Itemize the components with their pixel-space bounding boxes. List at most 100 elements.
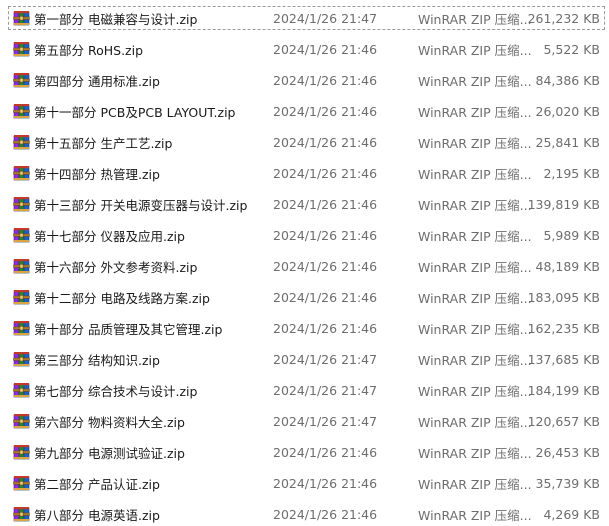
file-row[interactable]: 第十七部分 仪器及应用.zip 2024/1/26 21:46 WinRAR Z… xyxy=(8,223,605,247)
winrar-archive-icon xyxy=(13,258,33,274)
winrar-archive-icon xyxy=(13,351,33,367)
file-date-modified: 2024/1/26 21:46 xyxy=(273,103,378,119)
file-name: 第五部分 RoHS.zip xyxy=(34,42,144,58)
file-size: 184,199 KB xyxy=(527,382,600,398)
file-type: WinRAR ZIP 压缩... xyxy=(418,228,532,244)
file-row[interactable]: 第十一部分 PCB及PCB LAYOUT.zip 2024/1/26 21:46… xyxy=(8,99,605,123)
file-size: 4,269 KB xyxy=(543,506,600,522)
winrar-archive-icon xyxy=(13,227,33,243)
winrar-archive-icon xyxy=(13,72,33,88)
file-type: WinRAR ZIP 压缩... xyxy=(418,11,532,27)
file-type: WinRAR ZIP 压缩... xyxy=(418,259,532,275)
file-row[interactable]: 第十部分 品质管理及其它管理.zip 2024/1/26 21:46 WinRA… xyxy=(8,316,605,340)
file-name: 第九部分 电源测试验证.zip xyxy=(34,445,185,461)
file-type: WinRAR ZIP 压缩... xyxy=(418,73,532,89)
winrar-archive-icon xyxy=(13,196,33,212)
file-type: WinRAR ZIP 压缩... xyxy=(418,352,532,368)
winrar-archive-icon xyxy=(13,10,33,26)
file-name: 第十七部分 仪器及应用.zip xyxy=(34,228,185,244)
winrar-archive-icon xyxy=(13,103,33,119)
file-size: 2,195 KB xyxy=(543,165,600,181)
file-name: 第三部分 结构知识.zip xyxy=(34,352,160,368)
winrar-archive-icon xyxy=(13,475,33,491)
file-row[interactable]: 第十五部分 生产工艺.zip 2024/1/26 21:46 WinRAR ZI… xyxy=(8,130,605,154)
file-type: WinRAR ZIP 压缩... xyxy=(418,383,532,399)
file-name: 第十五部分 生产工艺.zip xyxy=(34,135,173,151)
file-name: 第四部分 通用标准.zip xyxy=(34,73,160,89)
file-size: 261,232 KB xyxy=(527,10,600,26)
file-date-modified: 2024/1/26 21:46 xyxy=(273,258,378,274)
file-type: WinRAR ZIP 压缩... xyxy=(418,445,532,461)
file-type: WinRAR ZIP 压缩... xyxy=(418,321,532,337)
file-row[interactable]: 第三部分 结构知识.zip 2024/1/26 21:47 WinRAR ZIP… xyxy=(8,347,605,371)
file-row[interactable]: 第十六部分 外文参考资料.zip 2024/1/26 21:46 WinRAR … xyxy=(8,254,605,278)
file-row[interactable]: 第二部分 产品认证.zip 2024/1/26 21:46 WinRAR ZIP… xyxy=(8,471,605,495)
file-date-modified: 2024/1/26 21:47 xyxy=(273,413,378,429)
file-type: WinRAR ZIP 压缩... xyxy=(418,135,532,151)
winrar-archive-icon xyxy=(13,134,33,150)
file-name: 第十四部分 热管理.zip xyxy=(34,166,160,182)
file-type: WinRAR ZIP 压缩... xyxy=(418,507,532,523)
file-type: WinRAR ZIP 压缩... xyxy=(418,104,532,120)
file-date-modified: 2024/1/26 21:47 xyxy=(273,10,378,26)
file-size: 84,386 KB xyxy=(535,72,600,88)
file-name: 第十一部分 PCB及PCB LAYOUT.zip xyxy=(34,104,236,120)
file-date-modified: 2024/1/26 21:46 xyxy=(273,134,378,150)
file-date-modified: 2024/1/26 21:47 xyxy=(273,382,378,398)
file-size: 139,819 KB xyxy=(527,196,600,212)
file-row[interactable]: 第八部分 电源英语.zip 2024/1/26 21:46 WinRAR ZIP… xyxy=(8,502,605,526)
file-list: 第一部分 电磁兼容与设计.zip 2024/1/26 21:47 WinRAR … xyxy=(0,0,609,526)
file-size: 5,989 KB xyxy=(543,227,600,243)
winrar-archive-icon xyxy=(13,320,33,336)
file-date-modified: 2024/1/26 21:46 xyxy=(273,475,378,491)
winrar-archive-icon xyxy=(13,413,33,429)
file-name: 第二部分 产品认证.zip xyxy=(34,476,160,492)
file-size: 183,095 KB xyxy=(527,289,600,305)
file-size: 26,020 KB xyxy=(535,103,600,119)
winrar-archive-icon xyxy=(13,165,33,181)
file-name: 第六部分 物料资料大全.zip xyxy=(34,414,185,430)
file-row[interactable]: 第十三部分 开关电源变压器与设计.zip 2024/1/26 21:46 Win… xyxy=(8,192,605,216)
file-row[interactable]: 第六部分 物料资料大全.zip 2024/1/26 21:47 WinRAR Z… xyxy=(8,409,605,433)
file-size: 48,189 KB xyxy=(535,258,600,274)
winrar-archive-icon xyxy=(13,41,33,57)
file-date-modified: 2024/1/26 21:46 xyxy=(273,289,378,305)
file-row[interactable]: 第五部分 RoHS.zip 2024/1/26 21:46 WinRAR ZIP… xyxy=(8,37,605,61)
file-size: 26,453 KB xyxy=(535,444,600,460)
file-type: WinRAR ZIP 压缩... xyxy=(418,476,532,492)
file-size: 35,739 KB xyxy=(535,475,600,491)
file-date-modified: 2024/1/26 21:46 xyxy=(273,320,378,336)
file-row[interactable]: 第十二部分 电路及线路方案.zip 2024/1/26 21:46 WinRAR… xyxy=(8,285,605,309)
file-type: WinRAR ZIP 压缩... xyxy=(418,414,532,430)
file-date-modified: 2024/1/26 21:47 xyxy=(273,351,378,367)
winrar-archive-icon xyxy=(13,382,33,398)
file-type: WinRAR ZIP 压缩... xyxy=(418,290,532,306)
file-name: 第七部分 综合技术与设计.zip xyxy=(34,383,198,399)
file-row[interactable]: 第四部分 通用标准.zip 2024/1/26 21:46 WinRAR ZIP… xyxy=(8,68,605,92)
file-date-modified: 2024/1/26 21:46 xyxy=(273,72,378,88)
file-size: 162,235 KB xyxy=(527,320,600,336)
winrar-archive-icon xyxy=(13,506,33,522)
file-name: 第十六部分 外文参考资料.zip xyxy=(34,259,198,275)
file-type: WinRAR ZIP 压缩... xyxy=(418,166,532,182)
file-size: 5,522 KB xyxy=(543,41,600,57)
file-name: 第十二部分 电路及线路方案.zip xyxy=(34,290,210,306)
file-name: 第十部分 品质管理及其它管理.zip xyxy=(34,321,223,337)
file-date-modified: 2024/1/26 21:46 xyxy=(273,227,378,243)
file-type: WinRAR ZIP 压缩... xyxy=(418,197,532,213)
file-date-modified: 2024/1/26 21:46 xyxy=(273,444,378,460)
file-date-modified: 2024/1/26 21:46 xyxy=(273,506,378,522)
file-type: WinRAR ZIP 压缩... xyxy=(418,42,532,58)
file-row[interactable]: 第七部分 综合技术与设计.zip 2024/1/26 21:47 WinRAR … xyxy=(8,378,605,402)
file-row[interactable]: 第九部分 电源测试验证.zip 2024/1/26 21:46 WinRAR Z… xyxy=(8,440,605,464)
file-size: 120,657 KB xyxy=(527,413,600,429)
file-row[interactable]: 第一部分 电磁兼容与设计.zip 2024/1/26 21:47 WinRAR … xyxy=(8,6,605,30)
file-row[interactable]: 第十四部分 热管理.zip 2024/1/26 21:46 WinRAR ZIP… xyxy=(8,161,605,185)
file-date-modified: 2024/1/26 21:46 xyxy=(273,41,378,57)
file-size: 137,685 KB xyxy=(527,351,600,367)
file-size: 25,841 KB xyxy=(535,134,600,150)
file-date-modified: 2024/1/26 21:46 xyxy=(273,196,378,212)
winrar-archive-icon xyxy=(13,444,33,460)
winrar-archive-icon xyxy=(13,289,33,305)
file-name: 第一部分 电磁兼容与设计.zip xyxy=(34,11,198,27)
